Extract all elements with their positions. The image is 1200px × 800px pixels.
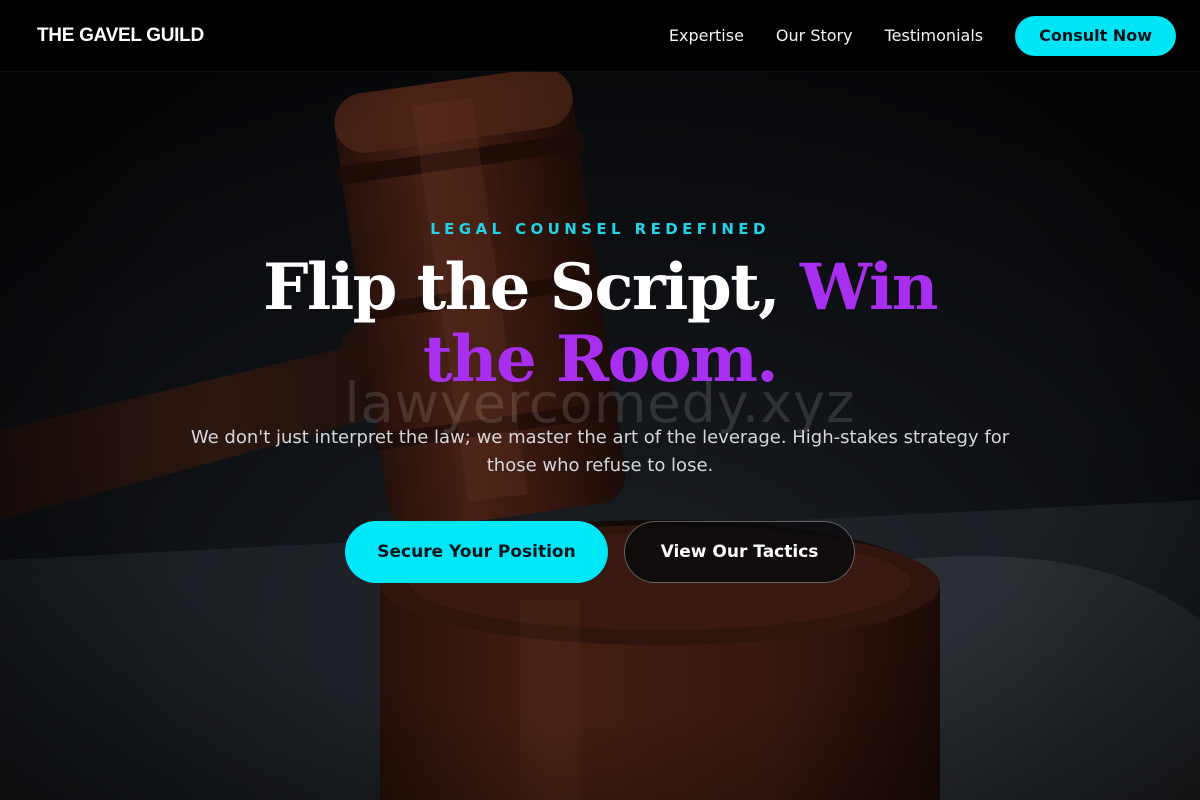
hero-buttons: Secure Your Position View Our Tactics (0, 521, 1200, 583)
nav-links: Expertise Our Story Testimonials Consult… (637, 15, 1176, 56)
brand-logo[interactable]: THE GAVEL GUILD (37, 25, 204, 47)
consult-now-button[interactable]: Consult Now (1015, 15, 1176, 56)
hero-subtext: We don't just interpret the law; we mast… (190, 427, 1010, 476)
top-navbar: THE GAVEL GUILD Expertise Our Story Test… (0, 0, 1200, 72)
secure-position-button[interactable]: Secure Your Position (345, 521, 608, 583)
view-tactics-button[interactable]: View Our Tactics (624, 521, 855, 583)
hero-eyebrow: LEGAL COUNSEL REDEFINED (430, 220, 770, 238)
nav-link-expertise[interactable]: Expertise (669, 26, 744, 45)
headline-main: Flip the Script, (263, 250, 800, 325)
nav-link-our-story[interactable]: Our Story (776, 26, 853, 45)
nav-link-testimonials[interactable]: Testimonials (885, 26, 984, 45)
hero-section: LEGAL COUNSEL REDEFINED Flip the Script,… (0, 72, 1200, 800)
